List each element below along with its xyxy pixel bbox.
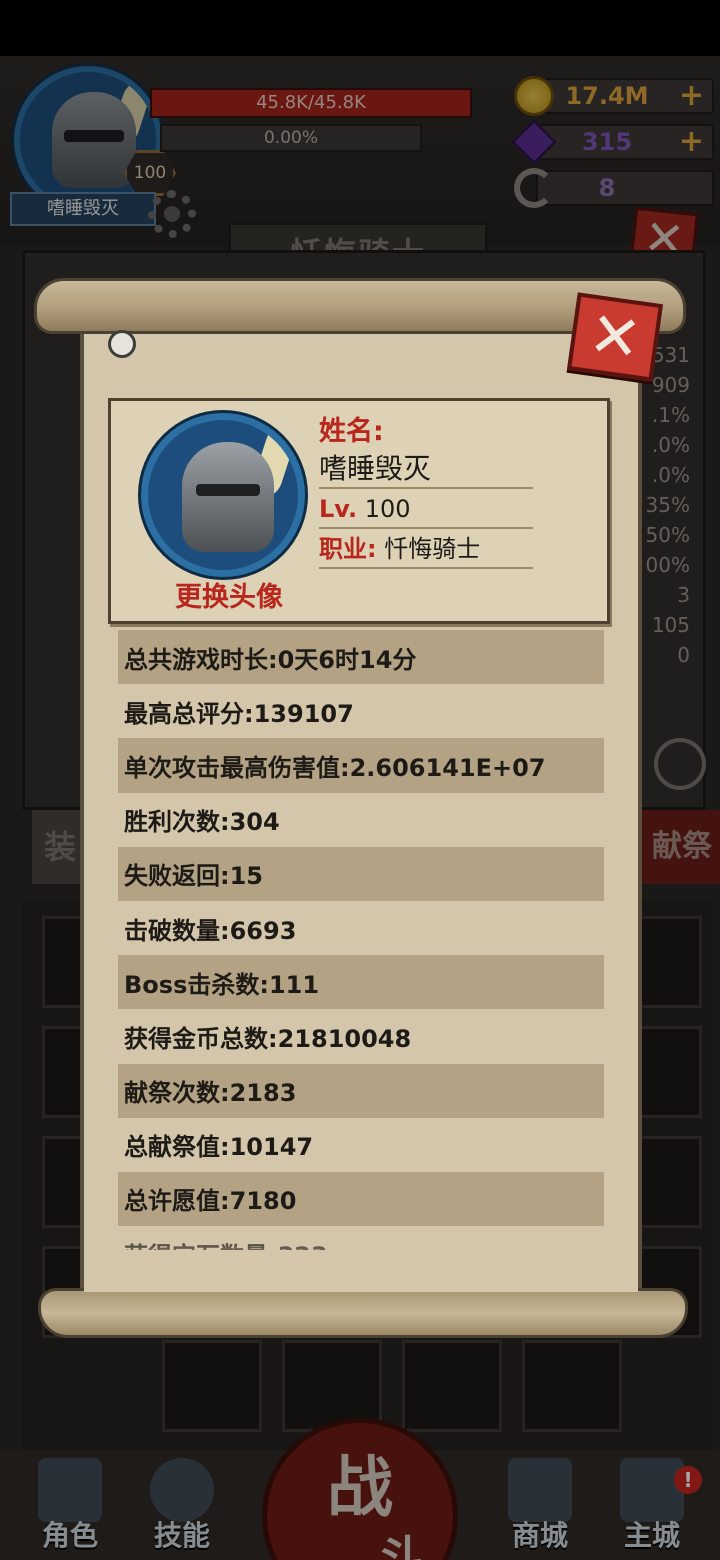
- level-key: Lv.: [319, 495, 358, 523]
- knight-helmet-icon: [182, 442, 274, 552]
- level-value: 100: [364, 495, 411, 523]
- stat-row: 献祭次数:2183: [118, 1063, 604, 1118]
- name-value: 嗜睡毁灭: [319, 449, 533, 489]
- name-label: 姓名:: [319, 416, 384, 447]
- level-row: Lv. 100: [319, 489, 533, 529]
- list-fade: [84, 1232, 638, 1292]
- visor: [196, 484, 260, 496]
- stat-row: 总许愿值:7180: [118, 1171, 604, 1227]
- stat-row: 胜利次数:304: [118, 792, 604, 847]
- profile-portrait[interactable]: [141, 413, 305, 577]
- stat-row: Boss击杀数:111: [118, 955, 604, 1010]
- class-key: 职业:: [319, 535, 377, 563]
- profile-info: 姓名: 嗜睡毁灭 Lv. 100 职业: 忏悔骑士: [319, 415, 533, 569]
- class-row: 职业: 忏悔骑士: [319, 529, 533, 569]
- change-avatar-button[interactable]: 更换头像: [159, 575, 299, 614]
- stat-row: 单次攻击最高伤害值:2.606141E+07: [118, 738, 604, 793]
- lightbulb-icon: [108, 330, 136, 358]
- close-button[interactable]: ✕: [566, 292, 664, 382]
- stat-row: 总共游戏时长:0天6时14分: [118, 630, 604, 685]
- class-value: 忏悔骑士: [384, 535, 481, 563]
- stat-row: 失败返回:15: [118, 846, 604, 901]
- scroll-bottom-roll: [38, 1288, 688, 1338]
- stats-list[interactable]: 总共游戏时长:0天6时14分 最高总评分:139107 单次攻击最高伤害值:2.…: [118, 630, 604, 1250]
- stat-row: 总献祭值:10147: [118, 1117, 604, 1172]
- stat-row: 击破数量:6693: [118, 900, 604, 956]
- stat-row: 获得金币总数:21810048: [118, 1009, 604, 1064]
- profile-card: 更换头像 姓名: 嗜睡毁灭 Lv. 100 职业: 忏悔骑士: [108, 398, 610, 624]
- game-screen: 100 嗜睡毁灭 45.8K/45.8K 0.00% 17.4M + 315 +…: [0, 0, 720, 1560]
- stat-row: 最高总评分:139107: [118, 684, 604, 739]
